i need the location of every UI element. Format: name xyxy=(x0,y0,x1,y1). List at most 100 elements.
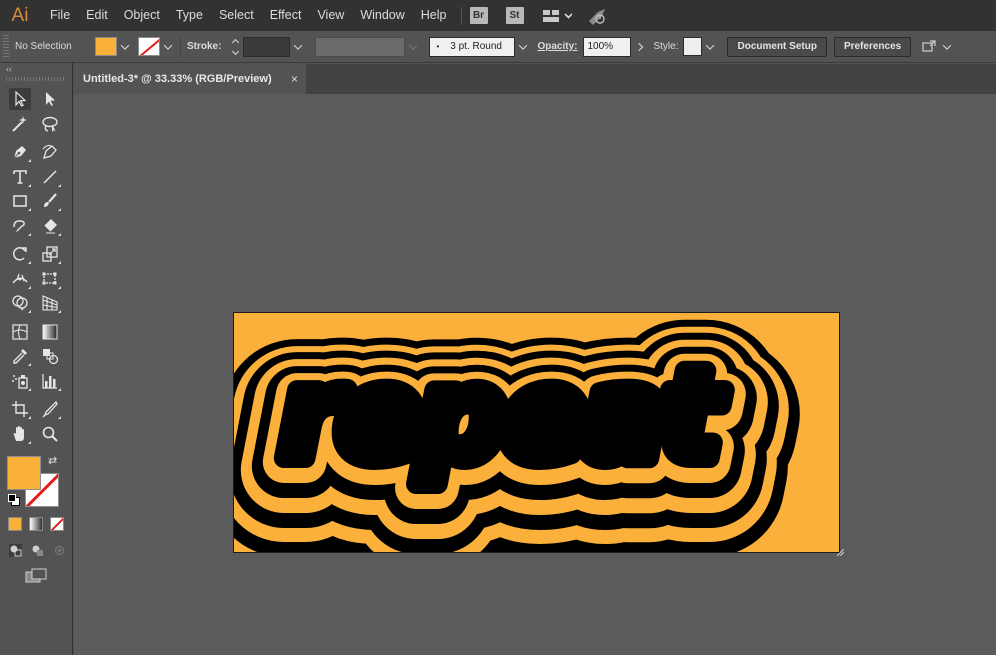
shape-builder-icon xyxy=(12,295,28,312)
eraser-tool[interactable] xyxy=(39,215,61,237)
brush-dot-icon: • xyxy=(436,42,440,51)
control-bar-grip[interactable] xyxy=(3,34,9,59)
menu-effect[interactable]: Effect xyxy=(262,0,310,31)
chevron-down-icon xyxy=(706,40,715,50)
mesh-tool[interactable] xyxy=(9,321,31,343)
swap-fill-stroke-icon[interactable]: ⇄ xyxy=(48,454,57,467)
menu-select[interactable]: Select xyxy=(211,0,262,31)
opacity-input[interactable]: 100% xyxy=(583,36,632,57)
stroke-weight-dropdown[interactable] xyxy=(290,37,306,57)
gradient-mode-button[interactable] xyxy=(29,517,43,531)
gpu-performance-button[interactable] xyxy=(586,7,608,25)
blend-tool[interactable] xyxy=(39,345,61,367)
stroke-color-dropdown[interactable] xyxy=(160,37,176,57)
menu-help[interactable]: Help xyxy=(413,0,455,31)
none-slash-icon xyxy=(51,518,63,530)
scale-tool[interactable] xyxy=(39,243,61,265)
style-dropdown[interactable] xyxy=(702,37,718,57)
column-graph-tool[interactable] xyxy=(39,370,61,392)
brush-name: 3 pt. Round xyxy=(450,41,502,52)
lasso-tool[interactable] xyxy=(39,113,61,135)
artboard[interactable]: repeat xyxy=(233,312,840,553)
eraser-icon xyxy=(43,218,57,234)
chevron-down-icon xyxy=(942,40,952,50)
align-options-button[interactable] xyxy=(921,37,955,57)
default-fill-stroke-icon[interactable] xyxy=(8,494,20,506)
opacity-dropdown[interactable] xyxy=(631,37,647,57)
selection-tool[interactable] xyxy=(9,88,31,111)
profile-dropdown[interactable] xyxy=(405,37,421,57)
fill-dropdown[interactable] xyxy=(117,37,133,57)
gradient-icon xyxy=(42,324,58,340)
menu-file[interactable]: File xyxy=(42,0,78,31)
draw-normal-button[interactable] xyxy=(8,543,23,558)
stroke-swatch[interactable] xyxy=(138,37,160,56)
draw-behind-icon xyxy=(32,545,43,556)
line-segment-tool[interactable] xyxy=(39,166,61,188)
slice-tool[interactable] xyxy=(39,398,61,420)
preferences-button[interactable]: Preferences xyxy=(833,36,912,57)
align-dropdown[interactable] xyxy=(939,37,955,57)
menu-view[interactable]: View xyxy=(309,0,352,31)
brush-dropdown[interactable] xyxy=(515,37,531,57)
document-tab[interactable]: Untitled-3* @ 33.33% (RGB/Preview) × xyxy=(74,64,306,94)
magic-wand-tool[interactable] xyxy=(9,113,31,135)
paintbrush-icon xyxy=(44,193,57,208)
menu-window[interactable]: Window xyxy=(352,0,412,31)
opacity-label[interactable]: Opacity: xyxy=(537,41,577,52)
chevron-down-icon xyxy=(409,40,418,50)
pen-tool[interactable] xyxy=(9,141,31,163)
artboard-tool[interactable] xyxy=(9,398,31,420)
eyedropper-tool[interactable] xyxy=(9,345,31,367)
fill-swatch[interactable] xyxy=(95,37,117,56)
width-tool-icon xyxy=(12,273,28,284)
screen-mode-button[interactable] xyxy=(0,568,72,589)
symbol-sprayer-tool[interactable] xyxy=(9,370,31,392)
stroke-weight-input[interactable] xyxy=(243,36,291,57)
stroke-weight-stepper[interactable] xyxy=(229,37,241,57)
rocket-icon xyxy=(588,8,605,25)
chevron-right-icon xyxy=(635,42,644,51)
tools-panel-grip[interactable] xyxy=(6,77,66,81)
color-mode-button[interactable] xyxy=(8,517,22,531)
gradient-tool[interactable] xyxy=(39,321,61,343)
menu-object[interactable]: Object xyxy=(116,0,168,31)
perspective-grid-icon xyxy=(42,295,58,311)
draw-inside-button[interactable] xyxy=(52,543,67,558)
shaper-tool[interactable] xyxy=(9,215,31,237)
variable-width-profile[interactable] xyxy=(315,36,406,57)
chevron-down-icon xyxy=(163,40,173,50)
zoom-tool[interactable] xyxy=(39,423,61,445)
hand-tool[interactable] xyxy=(9,423,31,445)
eyedropper-icon xyxy=(13,349,27,364)
brush-definition[interactable]: • 3 pt. Round xyxy=(429,36,516,57)
none-mode-button[interactable] xyxy=(50,517,64,531)
type-tool[interactable] xyxy=(9,166,31,188)
draw-behind-button[interactable] xyxy=(30,543,45,558)
arrange-documents-button[interactable] xyxy=(542,9,572,23)
document-setup-button[interactable]: Document Setup xyxy=(727,36,827,57)
curvature-tool[interactable] xyxy=(39,141,61,163)
outline-ring-0 xyxy=(280,344,726,488)
draw-inside-icon xyxy=(54,545,65,555)
close-icon[interactable]: × xyxy=(291,72,298,86)
graphic-style-swatch[interactable] xyxy=(683,37,703,56)
paintbrush-tool[interactable] xyxy=(39,190,61,212)
shape-builder-tool[interactable] xyxy=(9,292,31,314)
panel-collapse-button[interactable]: ‹‹ xyxy=(0,63,72,75)
blend-icon xyxy=(43,349,59,365)
free-transform-tool[interactable] xyxy=(39,268,61,290)
fill-color-box[interactable] xyxy=(7,456,41,490)
direct-selection-tool[interactable] xyxy=(39,88,61,110)
stock-button[interactable]: St xyxy=(505,7,524,24)
canvas-area[interactable]: repeat xyxy=(74,94,996,655)
rotate-tool[interactable] xyxy=(9,243,31,265)
chevron-down-icon xyxy=(519,40,528,50)
rectangle-tool[interactable] xyxy=(9,190,31,212)
bridge-button[interactable]: Br xyxy=(469,7,488,24)
width-tool[interactable] xyxy=(9,268,31,290)
menu-type[interactable]: Type xyxy=(168,0,211,31)
perspective-grid-tool[interactable] xyxy=(39,292,61,314)
menu-edit[interactable]: Edit xyxy=(78,0,116,31)
scale-icon xyxy=(42,246,58,262)
